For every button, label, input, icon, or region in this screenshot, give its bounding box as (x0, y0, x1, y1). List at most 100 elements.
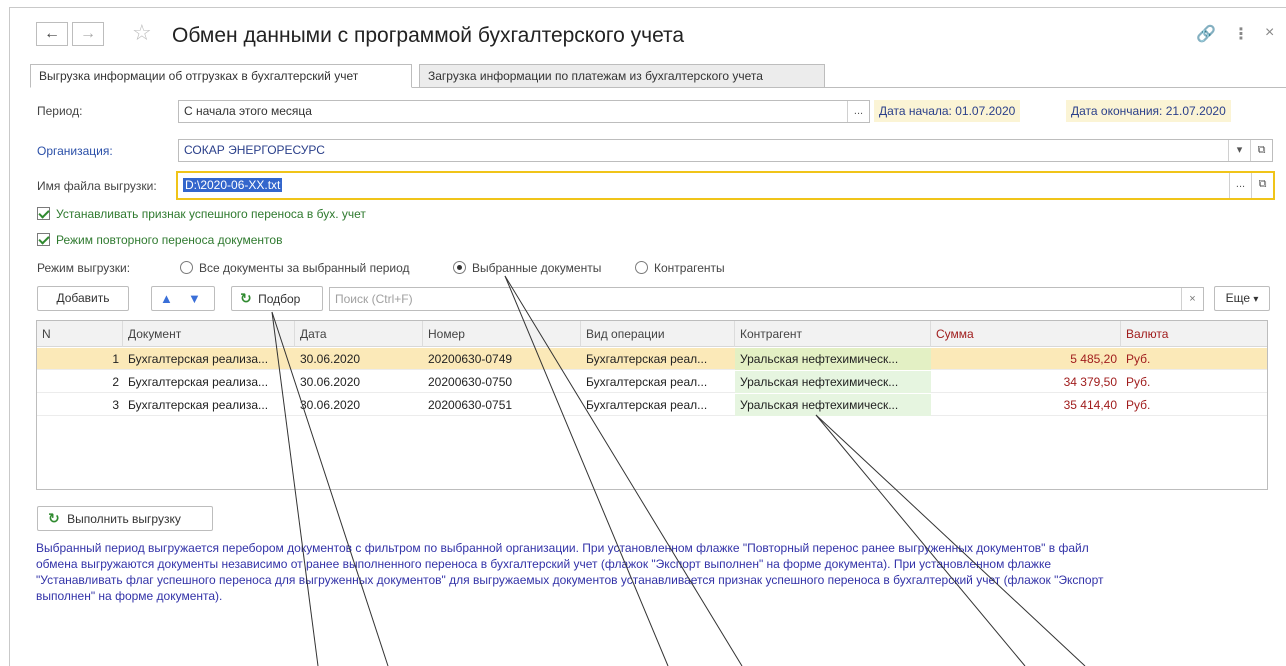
repeat-transfer-label: Режим повторного переноса документов (56, 233, 283, 247)
cell-sum: 5 485,20 (1070, 352, 1117, 366)
cell-n: 1 (112, 352, 119, 366)
cell-sum: 34 379,50 (1063, 375, 1117, 389)
cell-operation: Бухгалтерская реал... (586, 352, 708, 366)
file-select-button[interactable]: ... (1229, 173, 1251, 198)
file-name-field[interactable]: D:\2020-06-XX.txt ... ⧉ (176, 171, 1275, 200)
mode-radio-contractors[interactable] (635, 261, 648, 274)
close-icon[interactable]: × (1265, 24, 1274, 42)
mode-radio-all[interactable] (180, 261, 193, 274)
cell-operation: Бухгалтерская реал... (586, 375, 708, 389)
export-mode-label: Режим выгрузки: (37, 261, 131, 275)
pick-button-label: Подбор (258, 292, 301, 306)
period-label: Период: (37, 104, 83, 118)
more-button-label: Еще (1225, 291, 1251, 305)
col-document[interactable]: Документ (123, 321, 295, 347)
execute-export-button[interactable]: ↻ Выполнить выгрузку (37, 506, 213, 531)
start-date-label: Дата начала: (879, 104, 952, 118)
table-row[interactable]: 3 Бухгалтерская реализа... 30.06.2020 20… (37, 394, 1267, 416)
more-button[interactable]: Еще ▾ (1214, 286, 1270, 311)
help-note-line: "Устанавливать флаг успешного переноса д… (36, 573, 1104, 587)
table-row[interactable]: 1 Бухгалтерская реализа... 30.06.2020 20… (37, 348, 1267, 370)
repeat-transfer-checkbox[interactable] (37, 233, 50, 246)
cell-document: Бухгалтерская реализа... (128, 375, 269, 389)
documents-table: N Документ Дата Номер Вид операции Контр… (36, 320, 1268, 490)
col-date[interactable]: Дата (295, 321, 423, 347)
arrow-right-icon: → (80, 25, 96, 42)
arrow-left-icon: ← (44, 25, 60, 42)
cell-contractor: Уральская нефтехимическ... (735, 348, 931, 370)
chevron-down-icon[interactable]: ▾ (1228, 140, 1250, 161)
arrow-down-icon[interactable]: ▼ (188, 287, 201, 310)
cell-number: 20200630-0750 (428, 375, 513, 389)
cell-currency: Руб. (1126, 398, 1151, 412)
cell-n: 3 (112, 398, 119, 412)
start-date-box: Дата начала: 01.07.2020 (874, 100, 1021, 122)
file-name-label: Имя файла выгрузки: (37, 179, 157, 193)
success-transfer-checkbox[interactable] (37, 207, 50, 220)
open-window-icon[interactable]: ⧉ (1251, 173, 1273, 198)
end-date-box: Дата окончания: 21.07.2020 (1066, 100, 1231, 122)
col-currency[interactable]: Валюта (1121, 321, 1268, 347)
cell-number: 20200630-0749 (428, 352, 513, 366)
tab-upload-shipments[interactable]: Выгрузка информации об отгрузках в бухга… (30, 64, 412, 88)
table-row[interactable]: 2 Бухгалтерская реализа... 30.06.2020 20… (37, 371, 1267, 393)
cell-date: 30.06.2020 (300, 375, 361, 389)
pick-button[interactable]: ↻ Подбор (231, 286, 323, 311)
cell-date: 30.06.2020 (300, 398, 361, 412)
cell-date: 30.06.2020 (300, 352, 361, 366)
back-button[interactable]: ← (36, 22, 68, 46)
cell-currency: Руб. (1126, 352, 1151, 366)
mode-radio-selected[interactable] (453, 261, 466, 274)
search-placeholder: Поиск (Ctrl+F) (335, 292, 413, 306)
mode-option-all: Все документы за выбранный период (199, 261, 410, 275)
period-value: С начала этого месяца (184, 104, 312, 118)
col-operation[interactable]: Вид операции (581, 321, 735, 347)
file-name-value: D:\2020-06-XX.txt (183, 178, 283, 192)
arrow-up-icon[interactable]: ▲ (160, 287, 173, 310)
col-number[interactable]: Номер (423, 321, 581, 347)
start-date-value: 01.07.2020 (955, 104, 1016, 118)
cell-sum: 35 414,40 (1063, 398, 1117, 412)
end-date-value: 21.07.2020 (1165, 104, 1226, 118)
cell-currency: Руб. (1126, 375, 1151, 389)
end-date-label: Дата окончания: (1071, 104, 1163, 118)
cell-document: Бухгалтерская реализа... (128, 352, 269, 366)
add-button[interactable]: Добавить (37, 286, 129, 311)
cell-document: Бухгалтерская реализа... (128, 398, 269, 412)
cell-n: 2 (112, 375, 119, 389)
mode-option-selected: Выбранные документы (472, 261, 602, 275)
mode-option-contractors: Контрагенты (654, 261, 725, 275)
help-note-line: выполнен" на форме документа). (36, 589, 223, 603)
page-title: Обмен данными с программой бухгалтерског… (172, 24, 685, 47)
open-window-icon[interactable]: ⧉ (1250, 140, 1272, 161)
chevron-down-icon: ▾ (1253, 294, 1259, 305)
success-transfer-label: Устанавливать признак успешного переноса… (56, 207, 366, 221)
search-input[interactable]: Поиск (Ctrl+F) × (329, 287, 1204, 311)
favorite-star-icon[interactable]: ☆ (132, 20, 152, 46)
cell-contractor: Уральская нефтехимическ... (735, 394, 931, 416)
execute-export-label: Выполнить выгрузку (67, 512, 181, 526)
period-select-button[interactable]: ... (847, 101, 869, 122)
help-note: Выбранный период выгружается перебором д… (36, 540, 1276, 604)
col-sum[interactable]: Сумма (931, 321, 1121, 347)
organization-value: СОКАР ЭНЕРГОРЕСУРС (184, 143, 325, 157)
more-vertical-icon[interactable]: ⋮ (1233, 24, 1249, 44)
cell-number: 20200630-0751 (428, 398, 513, 412)
cell-operation: Бухгалтерская реал... (586, 398, 708, 412)
cell-contractor: Уральская нефтехимическ... (735, 371, 931, 393)
table-header: N Документ Дата Номер Вид операции Контр… (37, 321, 1267, 347)
help-note-line: обмена выгружаются документы независимо … (36, 557, 1052, 571)
organization-field[interactable]: СОКАР ЭНЕРГОРЕСУРС ▾ ⧉ (178, 139, 1273, 162)
tab-load-payments[interactable]: Загрузка информации по платежам из бухга… (419, 64, 825, 88)
col-contractor[interactable]: Контрагент (735, 321, 931, 347)
link-icon[interactable]: 🔗 (1196, 24, 1216, 44)
period-field[interactable]: С начала этого месяца ... (178, 100, 870, 123)
move-buttons: ▲ ▼ (151, 286, 215, 311)
refresh-icon: ↻ (240, 290, 252, 306)
refresh-icon: ↻ (48, 510, 60, 526)
organization-label: Организация: (37, 144, 113, 158)
clear-search-icon[interactable]: × (1181, 288, 1203, 310)
forward-button[interactable]: → (72, 22, 104, 46)
col-n[interactable]: N (37, 321, 123, 347)
help-note-line: Выбранный период выгружается перебором д… (36, 541, 1089, 555)
